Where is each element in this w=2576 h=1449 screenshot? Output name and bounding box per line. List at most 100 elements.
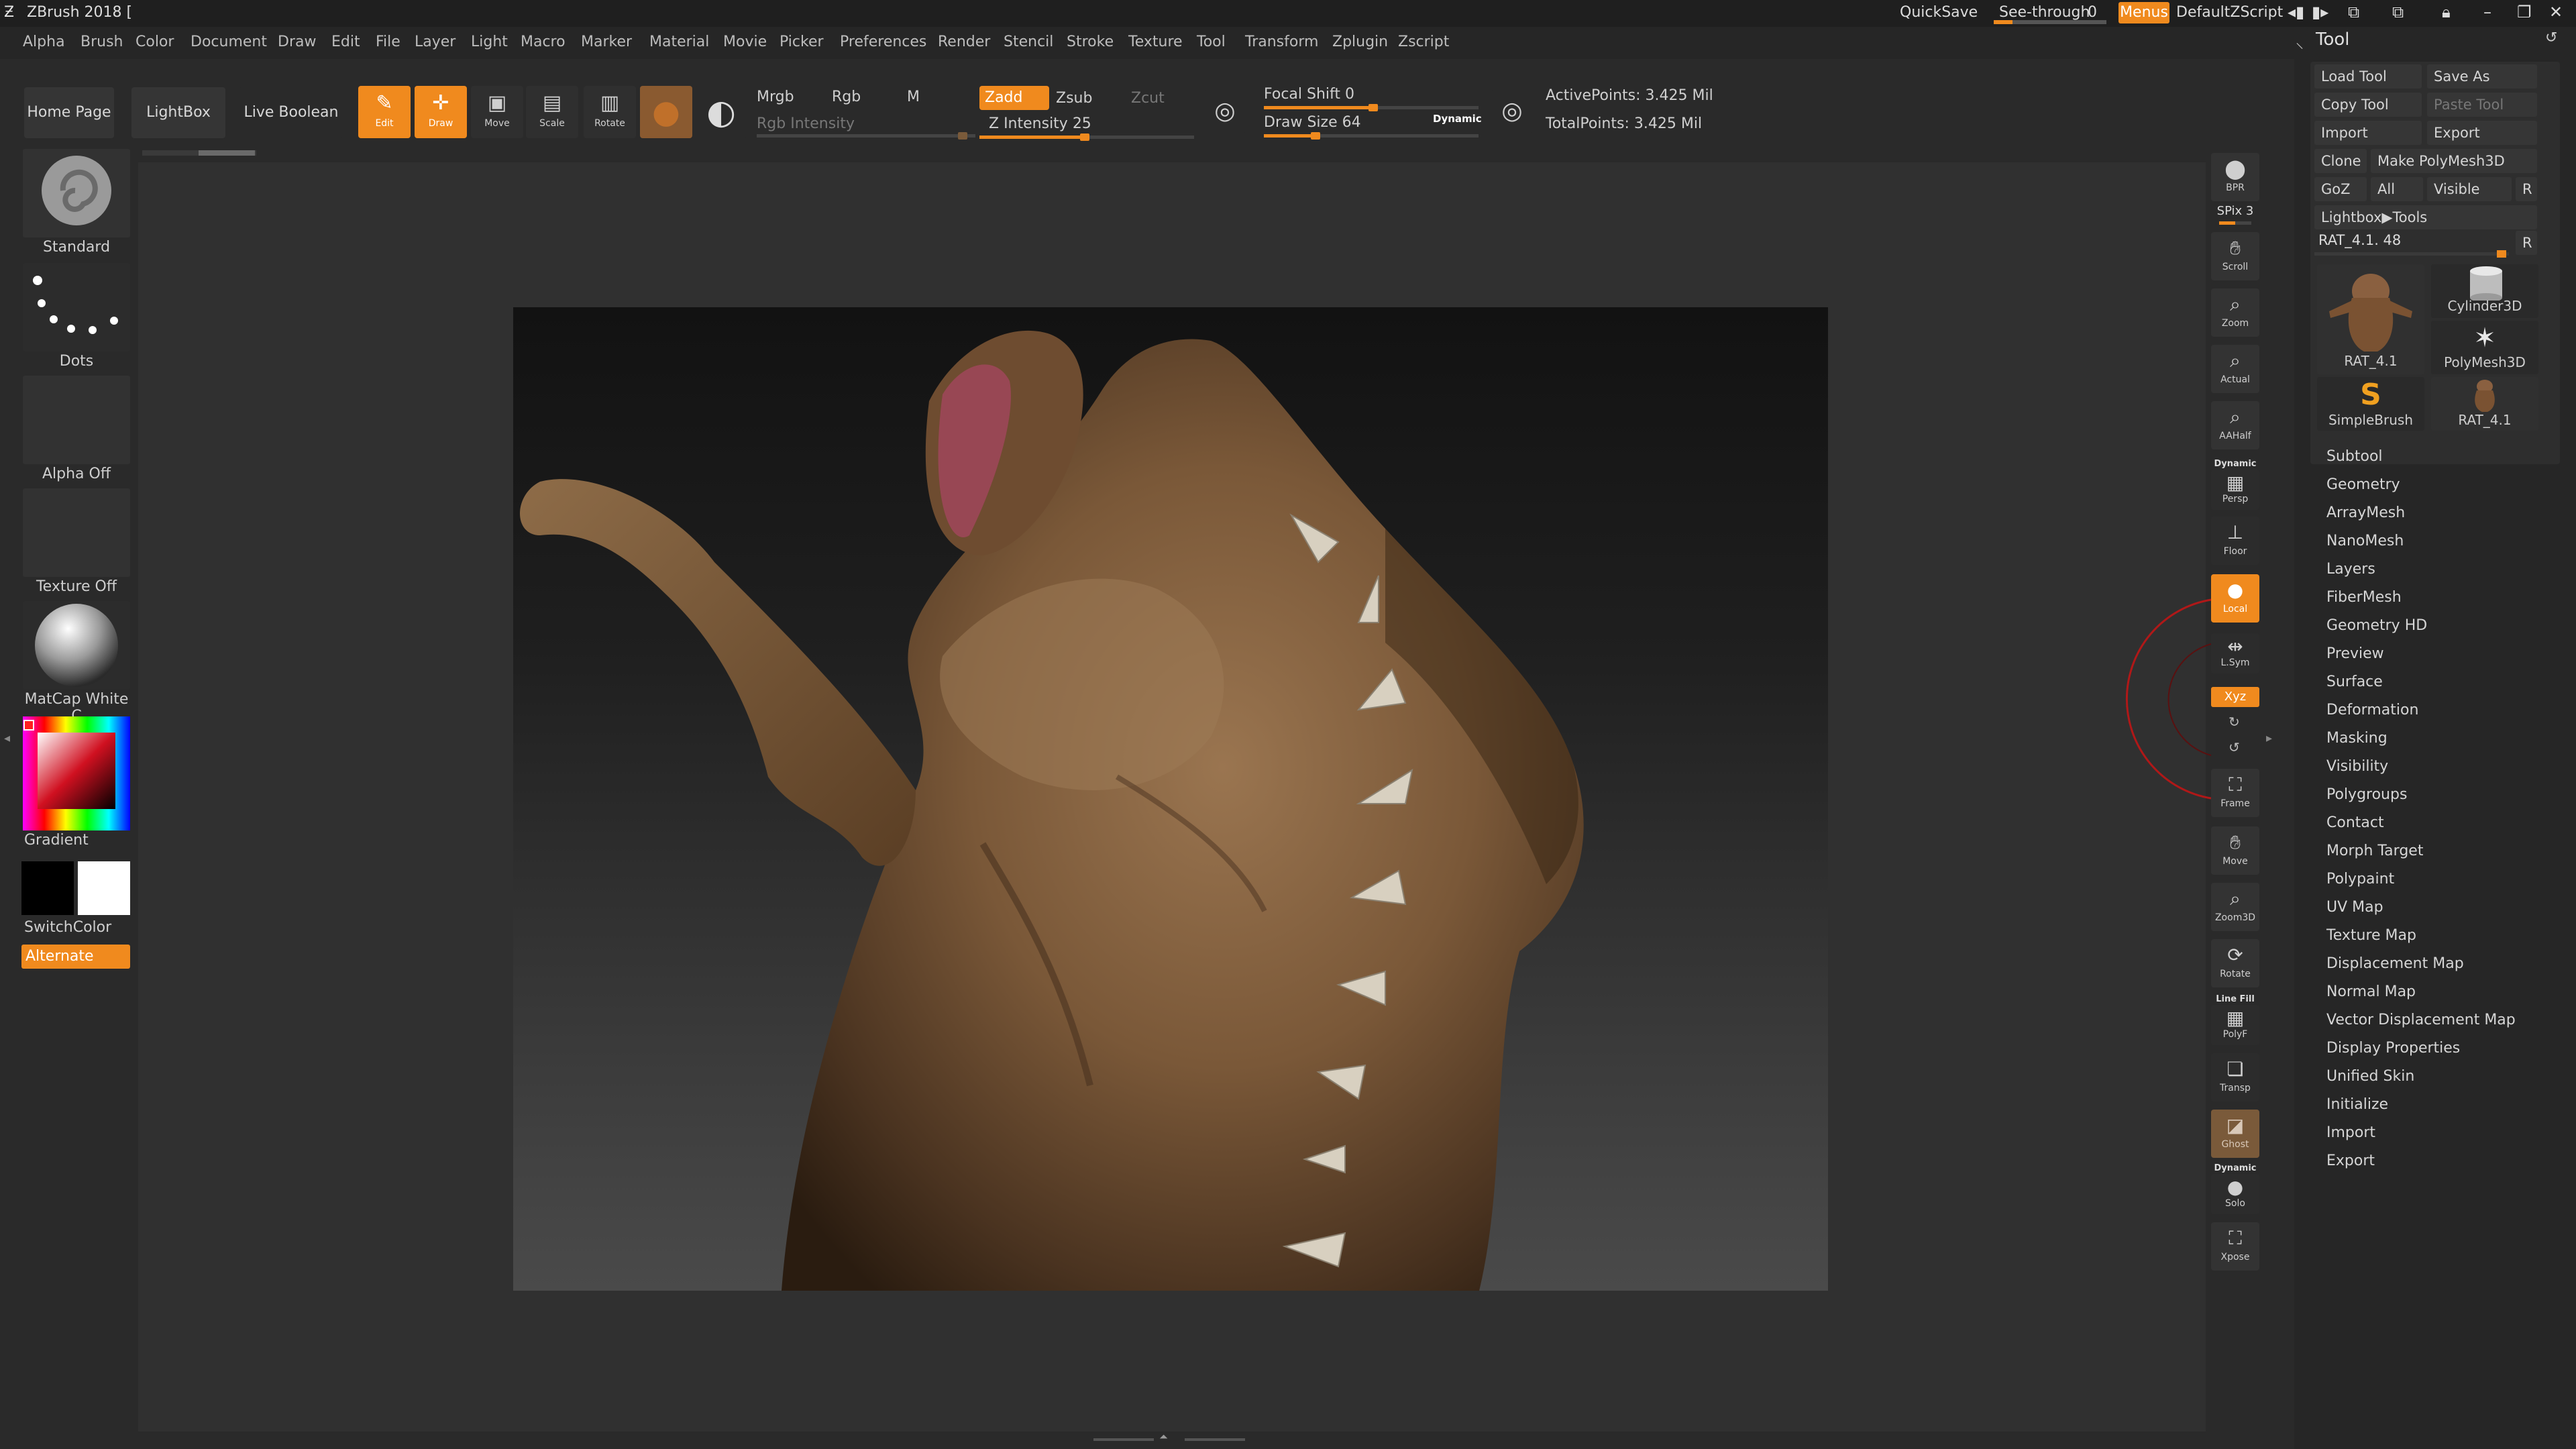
section-displacement-map[interactable]: Displacement Map bbox=[2326, 955, 2464, 972]
goz-all-button[interactable]: All bbox=[2371, 177, 2423, 201]
default-zscript-label[interactable]: DefaultZScript bbox=[2176, 4, 2283, 21]
menu-transform[interactable]: Transform bbox=[1245, 34, 1318, 50]
section-polygroups[interactable]: Polygroups bbox=[2326, 786, 2407, 803]
menu-macro[interactable]: Macro bbox=[521, 34, 566, 50]
copy-tool-button[interactable]: Copy Tool bbox=[2314, 93, 2422, 117]
rotate-button[interactable]: ▥ Rotate bbox=[584, 86, 636, 138]
menu-picker[interactable]: Picker bbox=[780, 34, 824, 50]
home-page-button[interactable]: Home Page bbox=[24, 87, 114, 138]
menu-material[interactable]: Material bbox=[649, 34, 709, 50]
menu-layer[interactable]: Layer bbox=[415, 34, 455, 50]
section-display-properties[interactable]: Display Properties bbox=[2326, 1040, 2460, 1057]
tool-thumb-rat-secondary[interactable]: RAT_4.1 bbox=[2431, 377, 2538, 431]
alpha-selector[interactable] bbox=[23, 376, 130, 464]
zcut-toggle[interactable]: Zcut bbox=[1131, 90, 1165, 107]
tool-thumb-rat-active[interactable]: RAT_4.1 bbox=[2317, 264, 2424, 374]
draw-button[interactable]: ✛ Draw bbox=[415, 86, 467, 138]
transp-button[interactable]: ❏ Transp bbox=[2211, 1053, 2259, 1102]
section-geometry-hd[interactable]: Geometry HD bbox=[2326, 617, 2427, 634]
menu-marker[interactable]: Marker bbox=[581, 34, 632, 50]
zoom3d-button[interactable]: ⌕ Zoom3D bbox=[2211, 883, 2259, 931]
m-toggle[interactable]: M bbox=[907, 89, 920, 105]
section-texture-map[interactable]: Texture Map bbox=[2326, 927, 2416, 944]
switch-color-button[interactable]: SwitchColor bbox=[19, 919, 134, 936]
menu-document[interactable]: Document bbox=[191, 34, 267, 50]
minimize-icon[interactable]: – bbox=[2483, 3, 2491, 21]
save-as-button[interactable]: Save As bbox=[2427, 64, 2537, 89]
layout-right-icon[interactable]: ▮▸ bbox=[2312, 3, 2328, 21]
move-button[interactable]: ▣ Move bbox=[471, 86, 523, 138]
lightbox-tools-button[interactable]: Lightbox▶Tools bbox=[2314, 205, 2537, 229]
menu-zplugin[interactable]: Zplugin bbox=[1332, 34, 1388, 50]
section-morph-target[interactable]: Morph Target bbox=[2326, 843, 2423, 859]
focal-shift-slider[interactable] bbox=[1264, 104, 1479, 111]
persp-button[interactable]: ▦ Persp bbox=[2211, 470, 2259, 510]
section-nanomesh[interactable]: NanoMesh bbox=[2326, 533, 2404, 549]
section-layers[interactable]: Layers bbox=[2326, 561, 2375, 578]
tool-thumb-cylinder[interactable]: Cylinder3D bbox=[2431, 264, 2538, 318]
palette-refresh-icon[interactable]: ↺ bbox=[2545, 30, 2557, 46]
menu-movie[interactable]: Movie bbox=[723, 34, 767, 50]
collapse-left-icon[interactable]: ◂ bbox=[4, 731, 10, 745]
paste-tool-button[interactable]: Paste Tool bbox=[2427, 93, 2537, 117]
see-through-slider[interactable] bbox=[1994, 20, 2106, 24]
xpose-button[interactable]: ⛶ Xpose bbox=[2211, 1222, 2259, 1271]
solo-button[interactable]: ● Solo bbox=[2211, 1174, 2259, 1214]
zadd-toggle[interactable]: Zadd bbox=[979, 86, 1049, 110]
goz-r-button[interactable]: R bbox=[2516, 177, 2537, 201]
gradient-sphere-button[interactable]: ◐ bbox=[695, 86, 747, 138]
see-through-label[interactable]: See-through bbox=[1999, 4, 2090, 21]
rotate-z-icon[interactable]: ↺ bbox=[2229, 739, 2240, 755]
maximize-icon[interactable]: ❐ bbox=[2517, 3, 2532, 21]
section-preview[interactable]: Preview bbox=[2326, 645, 2384, 662]
section-import[interactable]: Import bbox=[2326, 1124, 2375, 1141]
collapse-right-icon[interactable]: ▸ bbox=[2266, 731, 2272, 745]
goz-visible-button[interactable]: Visible bbox=[2427, 177, 2512, 201]
menu-edit[interactable]: Edit bbox=[331, 34, 360, 50]
section-deformation[interactable]: Deformation bbox=[2326, 702, 2418, 718]
tool-thumb-polymesh[interactable]: ✶ PolyMesh3D bbox=[2431, 321, 2538, 374]
floor-button[interactable]: ⊥ Floor bbox=[2211, 517, 2259, 565]
menu-alpha[interactable]: Alpha bbox=[23, 34, 65, 50]
model-viewport[interactable] bbox=[513, 307, 1828, 1291]
texture-selector[interactable] bbox=[23, 488, 130, 577]
section-unified-skin[interactable]: Unified Skin bbox=[2326, 1068, 2414, 1085]
section-masking[interactable]: Masking bbox=[2326, 730, 2387, 747]
zoom-button[interactable]: ⌕ Zoom bbox=[2211, 288, 2259, 337]
menu-render[interactable]: Render bbox=[938, 34, 990, 50]
section-geometry[interactable]: Geometry bbox=[2326, 476, 2400, 493]
primary-color-swatch[interactable] bbox=[21, 861, 74, 915]
quicksave-button[interactable]: QuickSave bbox=[1900, 4, 1978, 21]
load-tool-button[interactable]: Load Tool bbox=[2314, 64, 2422, 89]
section-arraymesh[interactable]: ArrayMesh bbox=[2326, 504, 2405, 521]
close-icon[interactable]: ✕ bbox=[2549, 3, 2563, 21]
ghost-button[interactable]: ◪ Ghost bbox=[2211, 1110, 2259, 1158]
zsub-toggle[interactable]: Zsub bbox=[1056, 90, 1092, 107]
mrgb-toggle[interactable]: Mrgb bbox=[757, 89, 794, 105]
menu-brush[interactable]: Brush bbox=[80, 34, 123, 50]
aahalf-button[interactable]: ⌕ AAHalf bbox=[2211, 401, 2259, 449]
menu-zscript[interactable]: Zscript bbox=[1398, 34, 1449, 50]
section-polypaint[interactable]: Polypaint bbox=[2326, 871, 2394, 888]
menu-texture[interactable]: Texture bbox=[1128, 34, 1183, 50]
make-polymesh-button[interactable]: Make PolyMesh3D bbox=[2371, 149, 2537, 173]
menu-tool[interactable]: Tool bbox=[1197, 34, 1226, 50]
z-intensity-slider[interactable] bbox=[979, 133, 1194, 141]
material-selector[interactable] bbox=[23, 601, 130, 690]
xyz-button[interactable]: Xyz bbox=[2211, 687, 2259, 707]
lock-icon[interactable]: 🔒︎ bbox=[2442, 3, 2451, 21]
layout-toggle-icon[interactable]: ⧉ bbox=[2392, 3, 2404, 21]
bottom-tray-handle[interactable]: ⏶ bbox=[1093, 1430, 1248, 1443]
toolbar-scrollbar[interactable] bbox=[142, 150, 256, 156]
secondary-color-swatch[interactable] bbox=[78, 861, 130, 915]
section-export[interactable]: Export bbox=[2326, 1152, 2375, 1169]
live-boolean-button[interactable]: Live Boolean bbox=[239, 87, 343, 138]
bpr-button[interactable]: ⬤ BPR bbox=[2211, 153, 2259, 201]
menu-file[interactable]: File bbox=[376, 34, 400, 50]
spix-slider[interactable] bbox=[2219, 221, 2251, 225]
color-picker[interactable] bbox=[23, 716, 130, 830]
rgb-intensity-slider[interactable] bbox=[757, 132, 975, 140]
edit-button[interactable]: ✎ Edit bbox=[358, 86, 411, 138]
import-tool-button[interactable]: Import bbox=[2314, 121, 2422, 145]
spotlight-s-button[interactable]: ◎ bbox=[1203, 90, 1246, 133]
